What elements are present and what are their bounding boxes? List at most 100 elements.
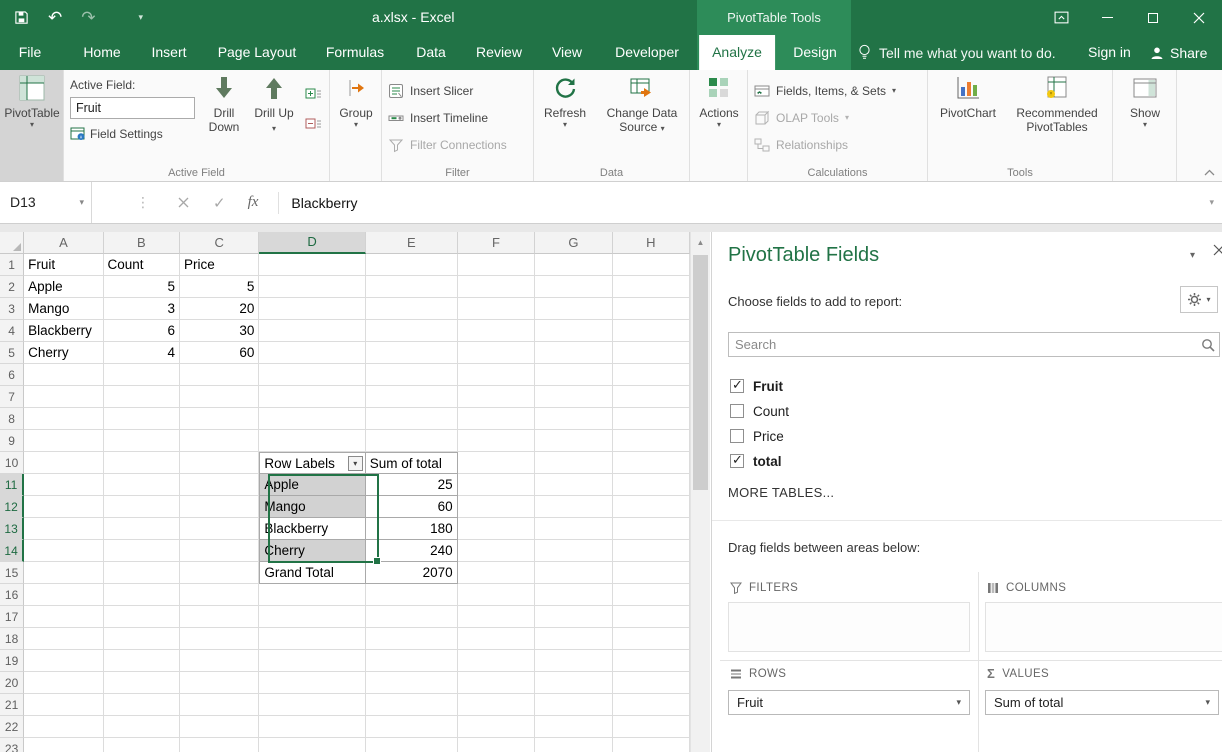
cell-G13[interactable] (535, 518, 612, 540)
filters-drop-zone[interactable] (728, 602, 970, 652)
cell-F17[interactable] (458, 606, 535, 628)
cell-C7[interactable] (180, 386, 259, 408)
cell-D10[interactable]: Row Labels▾ (259, 452, 365, 474)
cell-D9[interactable] (259, 430, 365, 452)
cell-B6[interactable] (104, 364, 180, 386)
cell-C5[interactable]: 60 (180, 342, 259, 364)
cell-B12[interactable] (104, 496, 180, 518)
cell-G15[interactable] (535, 562, 612, 584)
collapse-field-button[interactable] (302, 112, 324, 134)
cell-G5[interactable] (535, 342, 612, 364)
cell-C3[interactable]: 20 (180, 298, 259, 320)
row-header-3[interactable]: 3 (0, 298, 24, 320)
cell-E10[interactable]: Sum of total (366, 452, 458, 474)
field-settings-button[interactable]: Field Settings (70, 126, 163, 141)
cell-D6[interactable] (259, 364, 365, 386)
cell-H9[interactable] (613, 430, 690, 452)
cell-H21[interactable] (613, 694, 690, 716)
cell-G12[interactable] (535, 496, 612, 518)
cell-A3[interactable]: Mango (24, 298, 103, 320)
share-button[interactable]: Share (1150, 35, 1207, 70)
cell-F22[interactable] (458, 716, 535, 738)
cell-A2[interactable]: Apple (24, 276, 103, 298)
cell-E6[interactable] (366, 364, 458, 386)
cell-H1[interactable] (613, 254, 690, 276)
column-header-B[interactable]: B (104, 232, 180, 254)
fields-items-sets-button[interactable]: Fields, Items, & Sets ▾ (754, 79, 896, 102)
cell-H5[interactable] (613, 342, 690, 364)
save-button[interactable] (14, 10, 29, 25)
cell-D5[interactable] (259, 342, 365, 364)
cell-F13[interactable] (458, 518, 535, 540)
pill-dropdown-icon[interactable]: ▾ (956, 697, 961, 708)
row-header-17[interactable]: 17 (0, 606, 24, 628)
cell-A9[interactable] (24, 430, 103, 452)
cell-F3[interactable] (458, 298, 535, 320)
ribbon-tab-view[interactable]: View (539, 35, 595, 70)
cell-A12[interactable] (24, 496, 103, 518)
cell-G4[interactable] (535, 320, 612, 342)
cell-H18[interactable] (613, 628, 690, 650)
cell-H8[interactable] (613, 408, 690, 430)
cell-H19[interactable] (613, 650, 690, 672)
row-header-8[interactable]: 8 (0, 408, 24, 430)
cell-B20[interactable] (104, 672, 180, 694)
cell-C9[interactable] (180, 430, 259, 452)
cell-H4[interactable] (613, 320, 690, 342)
cell-A16[interactable] (24, 584, 103, 606)
row-header-13[interactable]: 13 (0, 518, 24, 540)
cell-D21[interactable] (259, 694, 365, 716)
ribbon-tab-analyze[interactable]: Analyze (699, 35, 775, 70)
cell-E7[interactable] (366, 386, 458, 408)
cell-F4[interactable] (458, 320, 535, 342)
cell-F1[interactable] (458, 254, 535, 276)
cell-G11[interactable] (535, 474, 612, 496)
row-header-11[interactable]: 11 (0, 474, 24, 496)
row-header-16[interactable]: 16 (0, 584, 24, 606)
cell-B17[interactable] (104, 606, 180, 628)
cell-H10[interactable] (613, 452, 690, 474)
cell-G2[interactable] (535, 276, 612, 298)
insert-timeline-button[interactable]: Insert Timeline (388, 106, 507, 129)
cell-E18[interactable] (366, 628, 458, 650)
pane-tools-button[interactable]: ▾ (1180, 286, 1218, 313)
cell-D18[interactable] (259, 628, 365, 650)
cell-C20[interactable] (180, 672, 259, 694)
cell-F10[interactable] (458, 452, 535, 474)
cell-H13[interactable] (613, 518, 690, 540)
cell-D14[interactable]: Cherry (259, 540, 365, 562)
cell-C16[interactable] (180, 584, 259, 606)
row-header-10[interactable]: 10 (0, 452, 24, 474)
cell-D3[interactable] (259, 298, 365, 320)
cell-A14[interactable] (24, 540, 103, 562)
cell-D12[interactable]: Mango (259, 496, 365, 518)
cell-A20[interactable] (24, 672, 103, 694)
cell-G7[interactable] (535, 386, 612, 408)
cell-C22[interactable] (180, 716, 259, 738)
cell-E14[interactable]: 240 (366, 540, 458, 562)
vertical-scrollbar[interactable]: ▲ (690, 232, 710, 752)
row-header-2[interactable]: 2 (0, 276, 24, 298)
cell-B13[interactable] (104, 518, 180, 540)
spreadsheet-grid[interactable]: ABCDEFGH1FruitCountPrice2Apple553Mango32… (0, 232, 690, 752)
cell-E21[interactable] (366, 694, 458, 716)
insert-function-button[interactable]: fx (248, 194, 259, 211)
cell-F19[interactable] (458, 650, 535, 672)
cell-E22[interactable] (366, 716, 458, 738)
cell-E9[interactable] (366, 430, 458, 452)
cell-A7[interactable] (24, 386, 103, 408)
values-field-pill-sum-of-total[interactable]: Sum of total ▾ (985, 690, 1219, 715)
cell-C17[interactable] (180, 606, 259, 628)
expand-field-button[interactable] (302, 82, 324, 104)
cell-F14[interactable] (458, 540, 535, 562)
cell-C13[interactable] (180, 518, 259, 540)
cell-B3[interactable]: 3 (104, 298, 180, 320)
tell-me-box[interactable]: Tell me what you want to do. (858, 35, 1056, 70)
rows-field-pill-fruit[interactable]: Fruit ▾ (728, 690, 970, 715)
scroll-up-button[interactable]: ▲ (691, 232, 710, 252)
cell-H12[interactable] (613, 496, 690, 518)
cell-F8[interactable] (458, 408, 535, 430)
row-header-1[interactable]: 1 (0, 254, 24, 276)
row-labels-filter-icon[interactable]: ▾ (348, 456, 363, 471)
cell-H15[interactable] (613, 562, 690, 584)
